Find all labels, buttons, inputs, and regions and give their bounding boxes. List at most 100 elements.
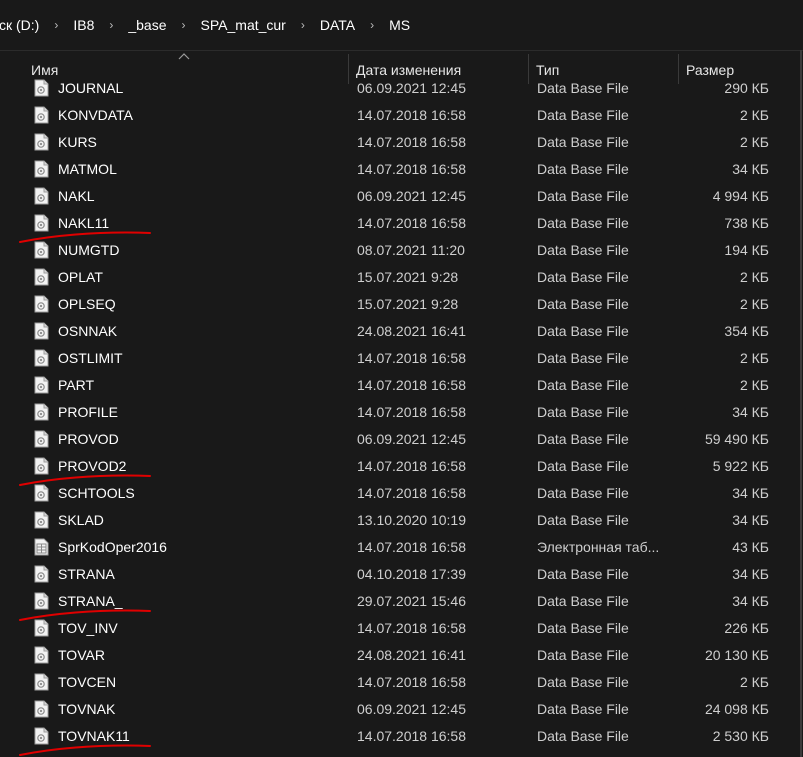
header-date[interactable]: Дата изменения [356, 62, 461, 78]
file-row[interactable]: TOVNAK 06.09.2021 12:45 Data Base File 24 0… [0, 695, 803, 722]
file-row[interactable]: OPLAT 15.07.2021 9:28 Data Base File 2 КБ [0, 263, 803, 290]
file-row[interactable]: PROFILE 14.07.2018 16:58 Data Base File 34 … [0, 398, 803, 425]
file-name: NUMGTD [58, 242, 120, 258]
file-type: Data Base File [537, 80, 629, 96]
db-file-icon [34, 727, 49, 745]
file-date: 06.09.2021 12:45 [357, 431, 466, 447]
chevron-right-icon[interactable]: › [41, 18, 71, 32]
file-row[interactable]: KONVDATA 14.07.2018 16:58 Data Base File 2 … [0, 101, 803, 128]
db-file-icon [34, 322, 49, 340]
file-name: STRANA_ [58, 593, 123, 609]
db-file-icon [34, 106, 49, 124]
file-type: Data Base File [537, 242, 629, 258]
chevron-right-icon[interactable]: › [96, 18, 126, 32]
file-type: Data Base File [537, 674, 629, 690]
file-row[interactable]: TOVAR 24.08.2021 16:41 Data Base File 20 13… [0, 641, 803, 668]
db-file-icon [34, 565, 49, 583]
header-type[interactable]: Тип [536, 62, 559, 78]
db-file-icon [34, 592, 49, 610]
file-row[interactable]: NUMGTD 08.07.2021 11:20 Data Base File 194 … [0, 236, 803, 263]
file-name: NAKL [58, 188, 95, 204]
file-type: Data Base File [537, 728, 629, 744]
file-type: Data Base File [537, 404, 629, 420]
file-row[interactable]: STRANA_ 29.07.2021 15:46 Data Base File 34 … [0, 587, 803, 614]
address-bar[interactable]: ск (D:) › IB8 › _base › SPA_mat_cur › DATA › MS [0, 0, 803, 51]
file-date: 24.08.2021 16:41 [357, 323, 466, 339]
file-date: 24.08.2021 16:41 [357, 647, 466, 663]
file-size: 354 КБ [724, 323, 769, 339]
file-size: 20 130 КБ [704, 647, 769, 663]
file-row[interactable]: SKLAD 13.10.2020 10:19 Data Base File 34 КБ [0, 506, 803, 533]
file-date: 14.07.2018 16:58 [357, 458, 466, 474]
file-row[interactable]: TOV_INV 14.07.2018 16:58 Data Base File 226… [0, 614, 803, 641]
breadcrumb-item[interactable]: ск (D:) [0, 17, 41, 33]
chevron-right-icon[interactable]: › [288, 18, 318, 32]
file-row[interactable]: MATMOL 14.07.2018 16:58 Data Base File 34 К… [0, 155, 803, 182]
file-date: 08.07.2021 11:20 [357, 242, 465, 258]
db-file-icon [34, 79, 49, 97]
file-row[interactable]: OSNNAK 24.08.2021 16:41 Data Base File 354 … [0, 317, 803, 344]
file-type: Data Base File [537, 620, 629, 636]
file-date: 14.07.2018 16:58 [357, 161, 466, 177]
db-file-icon [34, 268, 49, 286]
breadcrumb-item[interactable]: DATA [318, 17, 357, 33]
db-file-icon [34, 511, 49, 529]
file-size: 2 КБ [739, 377, 769, 393]
header-size[interactable]: Размер [686, 62, 734, 78]
db-file-icon [34, 700, 49, 718]
db-file-icon [34, 673, 49, 691]
breadcrumb-item[interactable]: MS [387, 17, 412, 33]
breadcrumb-item[interactable]: SPA_mat_cur [199, 17, 288, 33]
file-row[interactable]: NAKL 06.09.2021 12:45 Data Base File 4 994 … [0, 182, 803, 209]
file-name: SKLAD [58, 512, 104, 528]
chevron-right-icon[interactable]: › [357, 18, 387, 32]
file-date: 15.07.2021 9:28 [357, 296, 459, 312]
file-row[interactable]: PROVOD2 14.07.2018 16:58 Data Base File 5 9… [0, 452, 803, 479]
file-row[interactable]: JOURNAL 06.09.2021 12:45 Data Base File 290… [0, 77, 803, 101]
file-date: 14.07.2018 16:58 [357, 377, 466, 393]
file-date: 14.07.2018 16:58 [357, 485, 466, 501]
file-size: 290 КБ [724, 80, 769, 96]
file-type: Data Base File [537, 701, 629, 717]
file-size: 34 КБ [732, 566, 769, 582]
file-date: 14.07.2018 16:58 [357, 674, 466, 690]
file-date: 14.07.2018 16:58 [357, 728, 466, 744]
file-list: JOURNAL 06.09.2021 12:45 Data Base File 290… [0, 77, 803, 757]
file-row[interactable]: PROVOD 06.09.2021 12:45 Data Base File 59 4… [0, 425, 803, 452]
db-file-icon [34, 295, 49, 313]
file-name: SprKodOper2016 [58, 539, 167, 555]
file-type: Data Base File [537, 161, 629, 177]
db-file-icon [34, 241, 49, 259]
file-row[interactable]: SCHTOOLS 14.07.2018 16:58 Data Base File 34… [0, 479, 803, 506]
file-size: 59 490 КБ [704, 431, 769, 447]
file-row[interactable]: KURS 14.07.2018 16:58 Data Base File 2 КБ [0, 128, 803, 155]
file-date: 14.07.2018 16:58 [357, 539, 466, 555]
file-type: Data Base File [537, 350, 629, 366]
file-type: Data Base File [537, 485, 629, 501]
db-file-icon [34, 457, 49, 475]
file-row[interactable]: TOVNAK11 14.07.2018 16:58 Data Base File 2 … [0, 722, 803, 749]
vertical-scrollbar[interactable] [799, 50, 803, 757]
file-row[interactable]: OSTLIMIT 14.07.2018 16:58 Data Base File 2 … [0, 344, 803, 371]
file-name: PART [58, 377, 95, 393]
file-type: Data Base File [537, 458, 629, 474]
file-row[interactable]: OPLSEQ 15.07.2021 9:28 Data Base File 2 КБ [0, 290, 803, 317]
file-row[interactable]: SprKodOper2016 14.07.2018 16:58 Электронна… [0, 533, 803, 560]
db-file-icon [34, 133, 49, 151]
file-row[interactable]: NAKL11 14.07.2018 16:58 Data Base File 738 … [0, 209, 803, 236]
file-size: 34 КБ [732, 512, 769, 528]
file-type: Data Base File [537, 296, 629, 312]
file-size: 34 КБ [732, 593, 769, 609]
file-row[interactable]: PART 14.07.2018 16:58 Data Base File 2 КБ [0, 371, 803, 398]
file-date: 13.10.2020 10:19 [357, 512, 466, 528]
file-size: 194 КБ [724, 242, 769, 258]
file-size: 34 КБ [732, 161, 769, 177]
db-file-icon [34, 376, 49, 394]
chevron-right-icon[interactable]: › [169, 18, 199, 32]
file-date: 06.09.2021 12:45 [357, 80, 466, 96]
header-name[interactable]: Имя [31, 62, 58, 78]
breadcrumb-item[interactable]: IB8 [71, 17, 96, 33]
file-row[interactable]: STRANA 04.10.2018 17:39 Data Base File 34 К… [0, 560, 803, 587]
file-row[interactable]: TOVCEN 14.07.2018 16:58 Data Base File 2 КБ [0, 668, 803, 695]
breadcrumb-item[interactable]: _base [126, 17, 168, 33]
